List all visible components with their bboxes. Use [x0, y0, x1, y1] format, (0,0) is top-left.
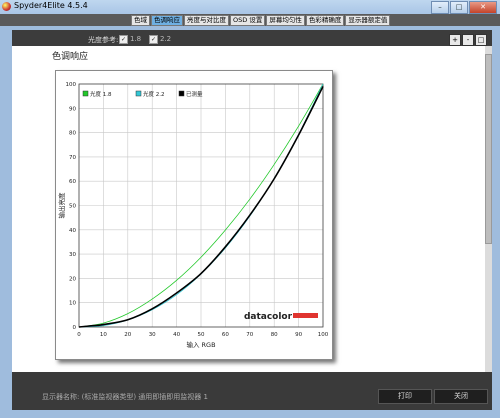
scrollbar-thumb[interactable]	[485, 54, 492, 244]
y-tick-label: 20	[69, 276, 76, 282]
tab-osd-settings[interactable]: OSD 设置	[230, 15, 266, 26]
x-tick-label: 10	[100, 332, 107, 338]
zoom-fit-icon[interactable]: □	[475, 34, 487, 46]
tab-list: 色域 色调响应 亮度与对比度 OSD 设置 屏幕均匀性 色彩精确度 显示器额定值	[131, 15, 391, 26]
section-title: 色调响应	[52, 52, 89, 62]
app-icon	[2, 2, 11, 11]
gamma-reference-label: 光度参考:	[88, 36, 119, 44]
gamma-2-2-label: 2.2	[160, 35, 172, 43]
gamma-1-8-label: 1.8	[130, 35, 142, 43]
datacolor-logo: datacolor	[244, 312, 293, 322]
y-tick-label: 80	[69, 131, 76, 137]
x-tick-label: 80	[271, 332, 278, 338]
x-axis-label: 输入 RGB	[186, 340, 215, 349]
legend-measured-label: 已测量	[186, 90, 203, 98]
zoom-in-icon[interactable]: +	[449, 34, 461, 46]
chart-svg: 0 10 20 30 40 50 60 70 80 90 100 0 10 20 30 40 50 60 70 80 9…	[57, 82, 329, 349]
maximize-button[interactable]: □	[450, 1, 468, 14]
tab-color-accuracy[interactable]: 色彩精确度	[305, 15, 345, 26]
x-tick-label: 90	[295, 332, 302, 338]
tone-response-chart: 0 10 20 30 40 50 60 70 80 90 100 0 10 20 30 40 50 60 70 80 9…	[55, 70, 333, 360]
gamma-2-2-checkbox[interactable]: ✓	[149, 35, 158, 44]
minimize-button[interactable]: –	[431, 1, 449, 14]
y-tick-label: 100	[66, 82, 77, 88]
y-tick-label: 60	[69, 179, 76, 185]
legend-gamma-2-2-swatch	[135, 90, 142, 97]
legend-measured-swatch	[178, 90, 185, 97]
gamma-1-8-checkbox[interactable]: ✓	[119, 35, 128, 44]
legend-gamma-1-8-label: 光度 1.8	[90, 90, 112, 98]
x-tick-label: 0	[77, 332, 81, 338]
close-window-button[interactable]: ✕	[469, 1, 497, 14]
print-button[interactable]: 打印	[378, 389, 432, 404]
x-tick-label: 40	[173, 332, 180, 338]
legend-gamma-1-8-swatch	[82, 90, 89, 97]
x-tick-label: 30	[149, 332, 156, 338]
x-tick-label: 70	[246, 332, 253, 338]
legend-gamma-2-2-label: 光度 2.2	[143, 90, 165, 98]
y-tick-label: 90	[69, 106, 76, 112]
y-tick-label: 10	[69, 301, 76, 307]
y-tick-label: 30	[69, 252, 76, 258]
tab-tone-response[interactable]: 色调响应	[151, 15, 183, 26]
zoom-out-icon[interactable]: -	[462, 34, 474, 46]
x-tick-label: 50	[198, 332, 205, 338]
x-tick-label: 20	[124, 332, 131, 338]
y-axis-label: 输出亮度	[57, 192, 66, 219]
tab-display-rating[interactable]: 显示器额定值	[345, 15, 391, 26]
x-tick-label: 60	[222, 332, 229, 338]
x-tick-label: 100	[318, 332, 329, 338]
tab-brightness-contrast[interactable]: 亮度与对比度	[184, 15, 229, 26]
y-tick-label: 70	[69, 155, 76, 161]
y-tick-label: 0	[73, 325, 77, 331]
y-tick-label: 40	[69, 228, 76, 234]
close-button[interactable]: 关闭	[434, 389, 488, 404]
monitor-name-status: 显示器名称: (标准监视器类型) 通用即插即用监视器 1	[42, 393, 208, 401]
y-tick-label: 50	[69, 204, 76, 210]
tab-screen-uniformity[interactable]: 屏幕均匀性	[266, 15, 305, 26]
title-bar: Spyder4Elite 4.5.4 – □ ✕	[0, 0, 500, 15]
tab-gamut[interactable]: 色域	[131, 15, 150, 26]
window-title: Spyder4Elite 4.5.4	[14, 1, 88, 10]
datacolor-logo-bar	[293, 313, 318, 318]
